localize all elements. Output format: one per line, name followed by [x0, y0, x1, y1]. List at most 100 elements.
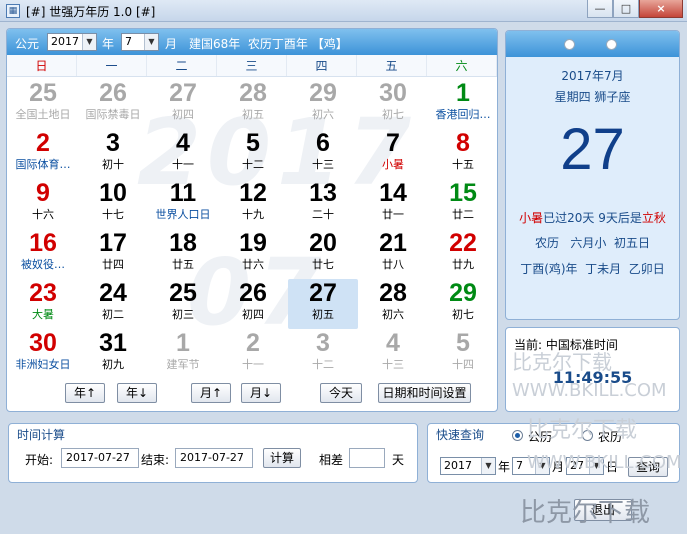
day-number: 19 — [239, 229, 267, 257]
day-cell[interactable]: 31 初九 — [78, 329, 148, 379]
day-cell[interactable]: 29 初七 — [428, 279, 497, 329]
solar-radio[interactable] — [512, 430, 523, 441]
day-cell[interactable]: 19 廿六 — [218, 229, 288, 279]
day-cell[interactable]: 25 初三 — [148, 279, 218, 329]
day-lunar-label: 初七 — [382, 108, 404, 121]
day-number: 28 — [379, 279, 407, 307]
close-button[interactable]: × — [639, 0, 683, 18]
day-lunar-label: 十六 — [32, 208, 54, 221]
day-number: 12 — [239, 179, 267, 207]
day-cell[interactable]: 10 十七 — [78, 179, 148, 229]
day-cell[interactable]: 12 十九 — [218, 179, 288, 229]
day-lunar-label: 国际禁毒日 — [85, 108, 141, 121]
day-number: 22 — [449, 229, 477, 257]
day-cell[interactable]: 22 廿九 — [428, 229, 497, 279]
day-cell[interactable]: 15 廿二 — [428, 179, 497, 229]
calendar-type-label: 公元 — [15, 37, 40, 51]
year-up-button[interactable]: 年↑ — [65, 383, 105, 403]
day-lunar-label: 廿五 — [172, 258, 194, 271]
day-lunar-label: 廿二 — [452, 208, 474, 221]
day-lunar-label: 初六 — [382, 308, 404, 321]
day-cell[interactable]: 7 小暑 — [358, 129, 428, 179]
day-number: 6 — [316, 129, 330, 157]
day-cell[interactable]: 6 十三 — [288, 129, 358, 179]
day-number: 18 — [169, 229, 197, 257]
day-cell[interactable]: 5 十四 — [428, 329, 497, 379]
day-cell[interactable]: 17 廿四 — [78, 229, 148, 279]
day-cell[interactable]: 21 廿八 — [358, 229, 428, 279]
weekday-mon: 一 — [77, 55, 147, 76]
day-info-panel: 2017年7月 星期四 狮子座 27 小暑已过20天 9天后是立秋 农历 六月小… — [505, 30, 680, 320]
day-cell[interactable]: 3 十二 — [288, 329, 358, 379]
day-cell[interactable]: 16 被奴役… — [8, 229, 78, 279]
day-lunar-label: 廿四 — [102, 258, 124, 271]
weekday-wed: 三 — [217, 55, 287, 76]
day-cell[interactable]: 13 二十 — [288, 179, 358, 229]
day-lunar-label: 十七 — [102, 208, 124, 221]
day-cell[interactable]: 2 十一 — [218, 329, 288, 379]
window-title: [#] 世强万年历 1.0 [#] — [26, 5, 156, 19]
day-cell[interactable]: 24 初二 — [78, 279, 148, 329]
day-cell[interactable]: 27 初四 — [148, 79, 218, 129]
day-cell[interactable]: 29 初六 — [288, 79, 358, 129]
day-cell[interactable]: 25 全国土地日 — [8, 79, 78, 129]
minimize-button[interactable]: — — [587, 0, 613, 18]
month-down-button[interactable]: 月↓ — [241, 383, 281, 403]
info-big-day: 27 — [560, 117, 625, 182]
day-cell[interactable]: 8 十五 — [428, 129, 497, 179]
weekday-header: 日 一 二 三 四 五 六 — [7, 55, 497, 77]
year-select[interactable]: 2017 ▼ — [47, 33, 97, 51]
day-number: 11 — [169, 179, 197, 207]
day-number: 1 — [176, 329, 190, 357]
day-number: 17 — [99, 229, 127, 257]
site-watermark: WWW.BKILL.COM — [512, 380, 667, 401]
month-unit-label: 月 — [165, 37, 178, 51]
quick-year-select[interactable]: 2017 ▼ — [440, 457, 496, 475]
calculate-button[interactable]: 计算 — [263, 448, 301, 468]
day-cell[interactable]: 27 初五 — [288, 279, 358, 329]
solar-term-next: 立秋 — [641, 211, 666, 225]
day-number: 24 — [99, 279, 127, 307]
info-year-month: 2017年7月 — [561, 69, 624, 83]
day-cell[interactable]: 1 建军节 — [148, 329, 218, 379]
day-cell[interactable]: 9 十六 — [8, 179, 78, 229]
day-cell[interactable]: 2 国际体育… — [8, 129, 78, 179]
start-date-field[interactable]: 2017-07-27 — [61, 448, 139, 468]
day-cell[interactable]: 28 初五 — [218, 79, 288, 129]
day-cell[interactable]: 30 非洲妇女日 — [8, 329, 78, 379]
maximize-button[interactable]: □ — [613, 0, 639, 18]
day-cell[interactable]: 20 廿七 — [288, 229, 358, 279]
day-cell[interactable]: 5 十二 — [218, 129, 288, 179]
day-cell[interactable]: 4 十一 — [148, 129, 218, 179]
day-number: 3 — [316, 329, 330, 357]
year-down-button[interactable]: 年↓ — [117, 383, 157, 403]
day-cell[interactable]: 3 初十 — [78, 129, 148, 179]
time-calc-group: 时间计算 开始: 2017-07-27 结束: 2017-07-27 计算 相差… — [8, 423, 418, 483]
end-date-field[interactable]: 2017-07-27 — [175, 448, 253, 468]
month-select[interactable]: 7 ▼ — [121, 33, 159, 51]
day-cell[interactable]: 26 国际禁毒日 — [78, 79, 148, 129]
solar-term-info: 小暑已过20天 9天后是立秋 — [506, 209, 679, 226]
day-number: 20 — [309, 229, 337, 257]
day-lunar-label: 初四 — [242, 308, 264, 321]
day-number: 4 — [386, 329, 400, 357]
datetime-settings-button[interactable]: 日期和时间设置 — [378, 383, 471, 403]
day-cell[interactable]: 18 廿五 — [148, 229, 218, 279]
day-cell[interactable]: 1 香港回归… — [428, 79, 497, 129]
day-lunar-label: 廿一 — [382, 208, 404, 221]
day-cell[interactable]: 11 世界人口日 — [148, 179, 218, 229]
difference-field[interactable] — [349, 448, 385, 468]
info-lunar-date: 农历 六月小 初五日 — [534, 236, 651, 250]
day-cell[interactable]: 26 初四 — [218, 279, 288, 329]
today-button[interactable]: 今天 — [320, 383, 362, 403]
day-cell[interactable]: 4 十三 — [358, 329, 428, 379]
day-cell[interactable]: 28 初六 — [358, 279, 428, 329]
day-number: 29 — [449, 279, 477, 307]
day-cell[interactable]: 23 大暑 — [8, 279, 78, 329]
day-cell[interactable]: 30 初七 — [358, 79, 428, 129]
quick-year-unit: 年 — [498, 460, 511, 474]
month-up-button[interactable]: 月↑ — [191, 383, 231, 403]
day-cell[interactable]: 14 廿一 — [358, 179, 428, 229]
site-watermark: 比克尔下载 — [512, 350, 612, 374]
day-number: 31 — [99, 329, 127, 357]
